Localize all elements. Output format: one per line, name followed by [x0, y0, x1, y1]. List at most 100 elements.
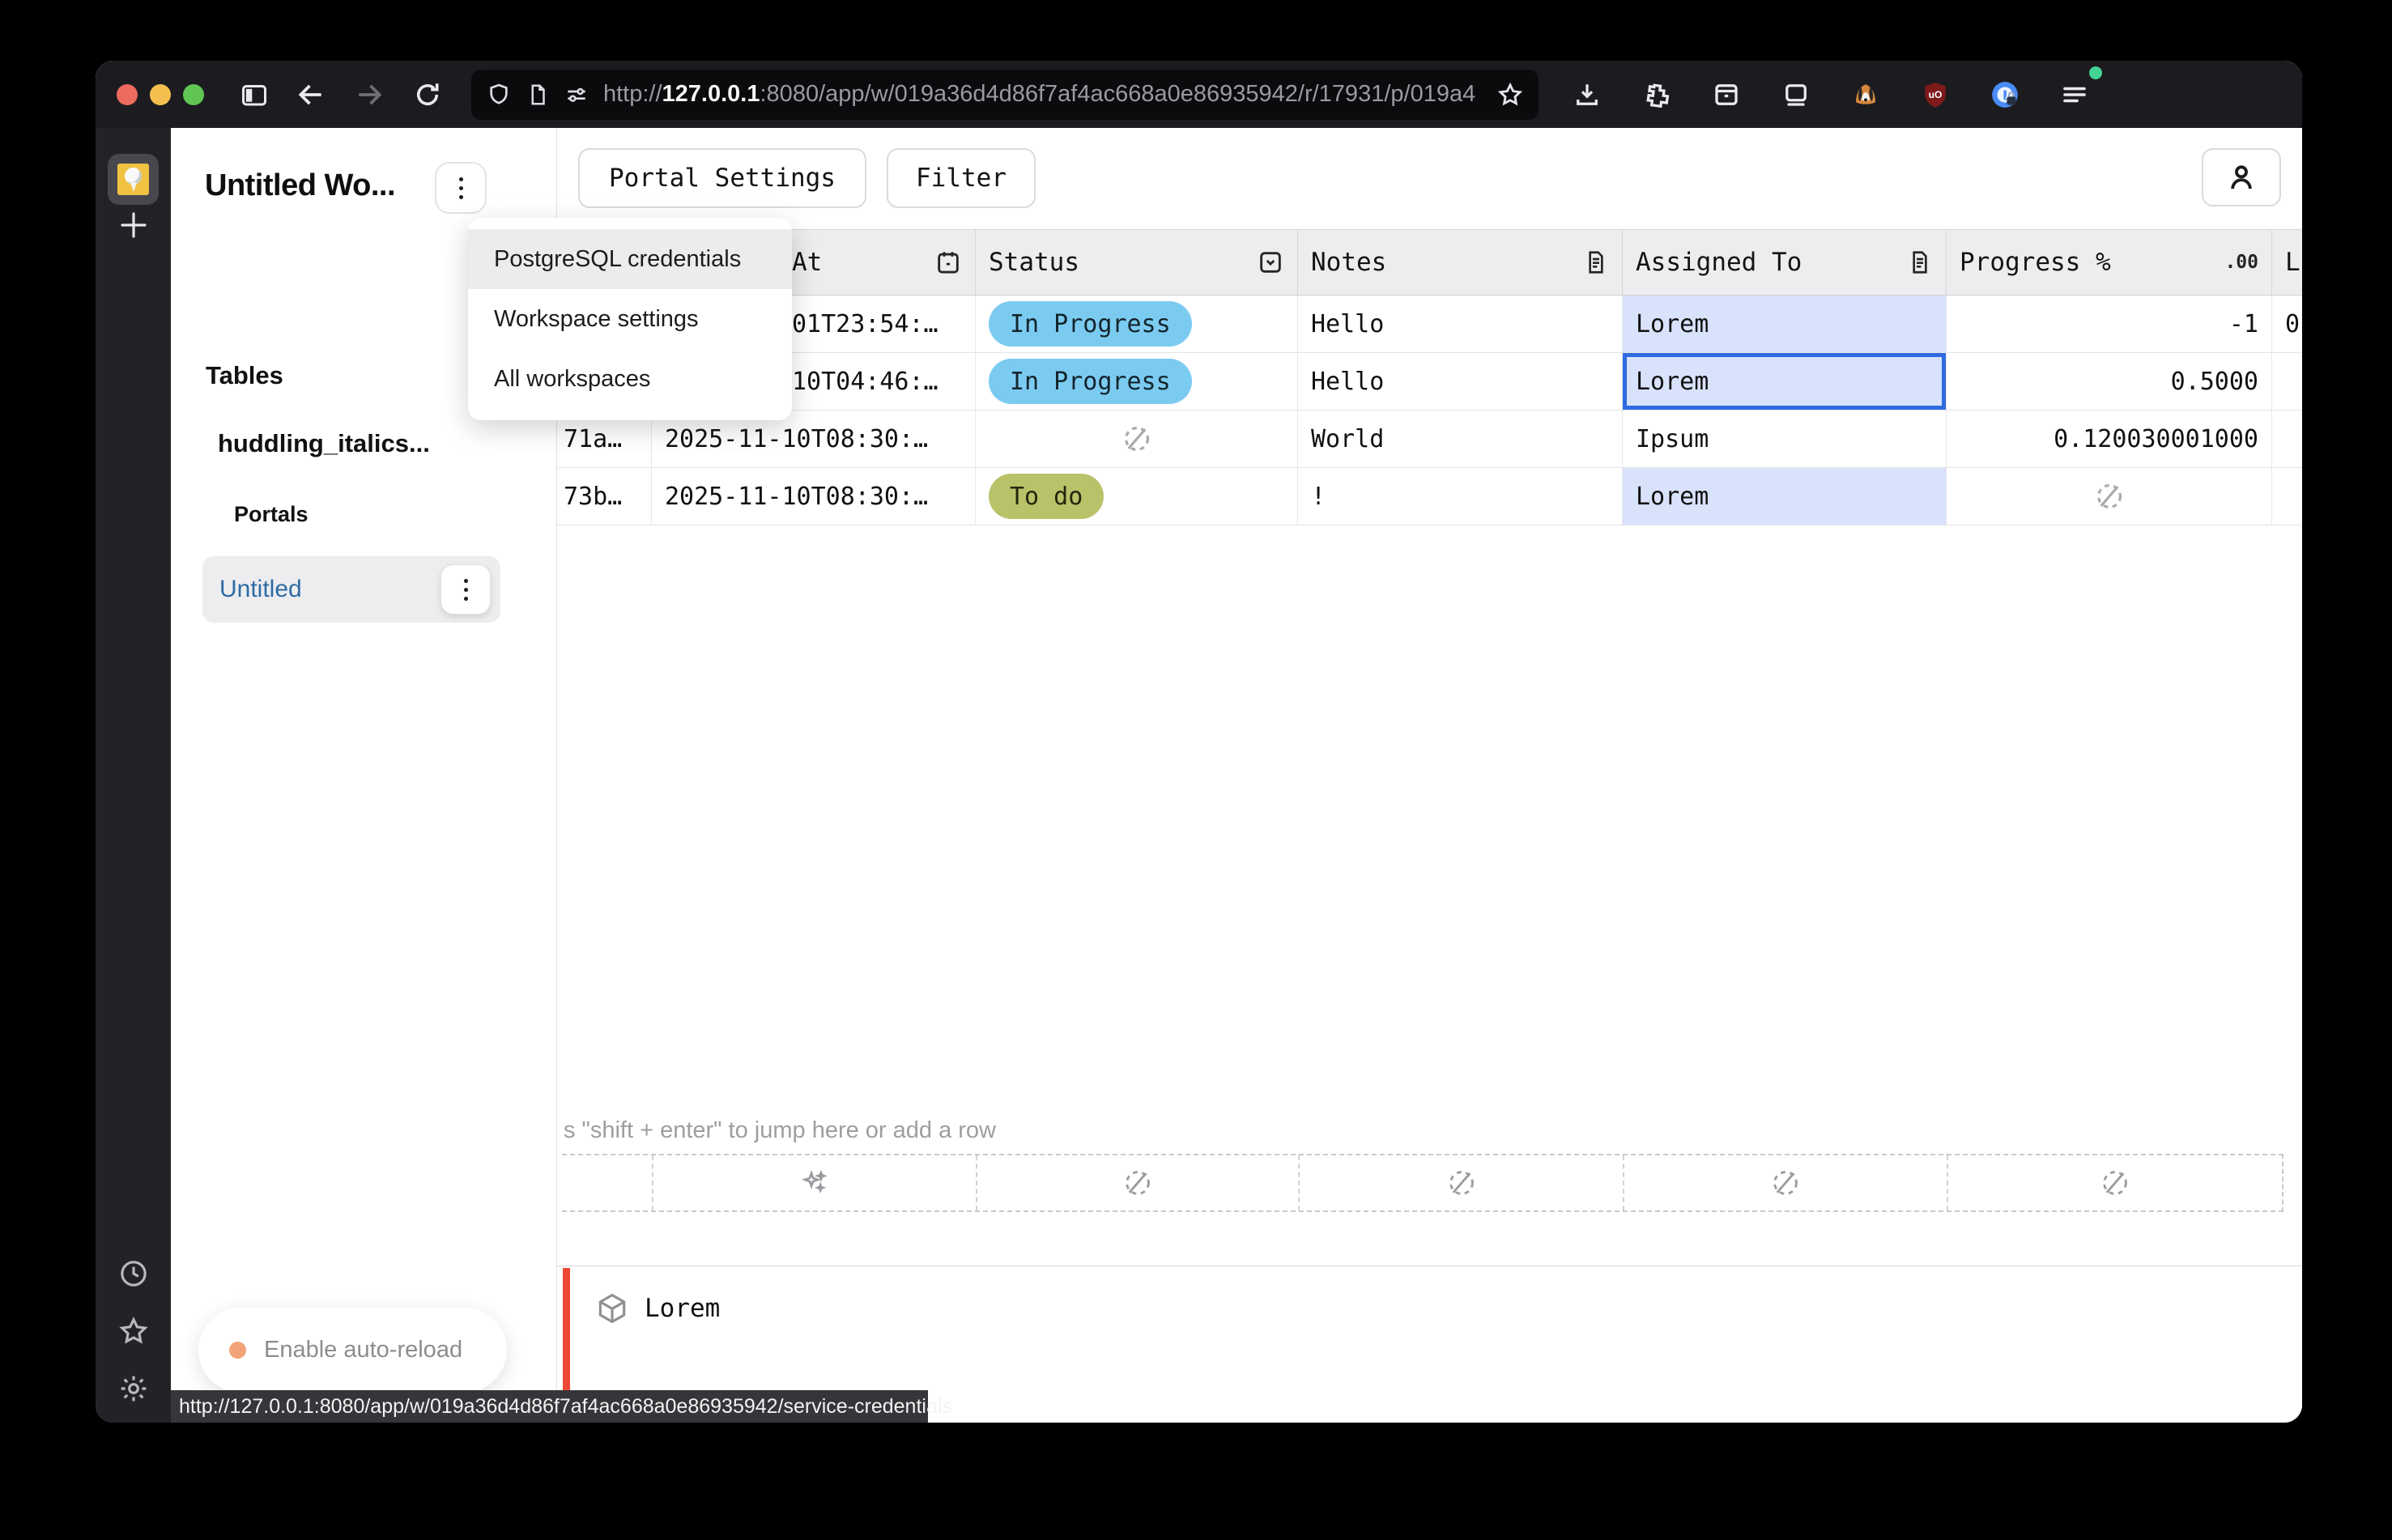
ublock-origin-icon[interactable]: uO	[1913, 72, 1958, 117]
menu-item-postgresql-credentials[interactable]: PostgreSQL credentials	[468, 229, 792, 289]
update-badge	[2089, 66, 2102, 79]
sidebar-item-table[interactable]: huddling_italics...	[218, 429, 430, 458]
cell-assigned-to[interactable]: Lorem	[1623, 468, 1947, 525]
auto-reload-dot-icon	[229, 1342, 246, 1359]
portal-settings-button[interactable]: Portal Settings	[578, 148, 866, 208]
new-cell-id[interactable]	[562, 1155, 652, 1210]
privacy-badger-icon[interactable]	[1843, 72, 1888, 117]
new-cell-progress[interactable]	[1947, 1155, 2282, 1210]
cell-assigned-to[interactable]: Ipsum	[1623, 411, 1947, 467]
header-progress[interactable]: Progress % .00	[1947, 230, 2272, 295]
cell-status[interactable]: In Progress	[976, 353, 1298, 410]
cell-status-empty[interactable]	[976, 411, 1298, 467]
app-sidebar	[96, 128, 171, 1423]
table-row: 10T04:46:… In Progress Hello Lorem 0.500…	[557, 353, 2302, 411]
sidebar-toggle-icon[interactable]	[232, 72, 277, 117]
null-icon	[2094, 481, 2125, 512]
app-menu-icon[interactable]	[2052, 72, 2097, 117]
sidebar-item-portal[interactable]: Untitled	[202, 556, 500, 623]
cell-l[interactable]	[2272, 353, 2302, 410]
close-window-button[interactable]	[117, 84, 138, 105]
app-logo-pin-icon[interactable]	[108, 154, 159, 205]
cell-progress[interactable]: 0.120030001000	[1947, 411, 2272, 467]
favorites-star-icon[interactable]	[117, 1315, 150, 1347]
new-row-placeholder[interactable]	[562, 1154, 2283, 1212]
cell-assigned-to[interactable]: Lorem	[1623, 296, 1947, 352]
status-bar: http://127.0.0.1:8080/app/w/019a36d4d86f…	[171, 1390, 928, 1423]
header-assigned-to[interactable]: Assigned To	[1623, 230, 1947, 295]
workspace-dropdown-menu: PostgreSQL credentials Workspace setting…	[468, 218, 792, 420]
new-cell-created-at[interactable]	[652, 1155, 976, 1210]
new-cell-notes[interactable]	[1298, 1155, 1623, 1210]
status-pill: In Progress	[989, 301, 1192, 347]
archive-icon[interactable]	[1704, 72, 1749, 117]
url-bar[interactable]: http://127.0.0.1:8080/app/w/019a36d4d86f…	[471, 70, 1539, 120]
permissions-icon[interactable]	[564, 82, 589, 108]
menu-item-all-workspaces[interactable]: All workspaces	[468, 349, 792, 409]
portal-item-label: Untitled	[219, 576, 441, 603]
null-icon	[1122, 423, 1152, 454]
onepassword-icon[interactable]	[1982, 72, 2028, 117]
workspace-menu-button[interactable]	[435, 162, 487, 214]
filter-button[interactable]: Filter	[887, 148, 1036, 208]
url-host: 127.0.0.1	[662, 81, 760, 107]
extensions-icon[interactable]	[1634, 72, 1679, 117]
cell-notes[interactable]: Hello	[1298, 353, 1623, 410]
cell-id[interactable]: 73b…	[557, 468, 652, 525]
file-text-icon	[1583, 249, 1609, 275]
cell-created-at[interactable]: 2025-11-10T08:30:…	[652, 468, 976, 525]
user-button[interactable]	[2202, 148, 2281, 206]
header-status[interactable]: Status	[976, 230, 1298, 295]
cell-progress[interactable]: -1	[1947, 296, 2272, 352]
status-pill: To do	[989, 474, 1104, 519]
back-button[interactable]	[288, 72, 334, 117]
cell-l[interactable]	[2272, 411, 2302, 467]
bookmark-star-icon[interactable]	[1496, 81, 1524, 108]
add-workspace-button[interactable]	[114, 206, 153, 245]
sparkle-icon	[799, 1168, 830, 1198]
cell-status[interactable]: In Progress	[976, 296, 1298, 352]
file-text-icon	[1907, 249, 1933, 275]
header-notes[interactable]: Notes	[1298, 230, 1623, 295]
chrome-extensions-area: uO	[1564, 72, 2097, 117]
auto-reload-label: Enable auto-reload	[264, 1337, 462, 1363]
settings-gear-icon[interactable]	[117, 1372, 150, 1405]
cell-l[interactable]: 0	[2272, 296, 2302, 352]
downloads-icon[interactable]	[1564, 72, 1610, 117]
url-scheme: http://	[603, 81, 662, 107]
grid-header: At Status Notes	[557, 229, 2302, 296]
cell-status[interactable]: To do	[976, 468, 1298, 525]
new-cell-status[interactable]	[976, 1155, 1298, 1210]
browser-chrome: http://127.0.0.1:8080/app/w/019a36d4d86f…	[96, 61, 2302, 128]
cell-notes[interactable]: World	[1298, 411, 1623, 467]
portal-menu-button[interactable]	[441, 564, 491, 615]
zoom-window-button[interactable]	[183, 84, 204, 105]
header-l[interactable]: L	[2272, 230, 2302, 295]
null-icon	[2100, 1168, 2130, 1198]
url-text[interactable]: http://127.0.0.1:8080/app/w/019a36d4d86f…	[603, 81, 1483, 108]
new-cell-assigned-to[interactable]	[1623, 1155, 1947, 1210]
enable-auto-reload-button[interactable]: Enable auto-reload	[198, 1308, 507, 1393]
cell-notes[interactable]: Hello	[1298, 296, 1623, 352]
history-clock-icon[interactable]	[117, 1257, 150, 1290]
shield-icon[interactable]	[486, 82, 512, 108]
device-icon[interactable]	[1773, 72, 1819, 117]
new-row-hint: s "shift + enter" to jump here or add a …	[564, 1117, 996, 1144]
null-icon	[1770, 1168, 1801, 1198]
menu-item-workspace-settings[interactable]: Workspace settings	[468, 289, 792, 349]
table-row: 73b… 2025-11-10T08:30:… To do ! Lorem	[557, 468, 2302, 525]
cell-assigned-to-selected[interactable]: Lorem	[1623, 353, 1947, 410]
cell-progress-empty[interactable]	[1947, 468, 2272, 525]
null-icon	[1446, 1168, 1477, 1198]
cell-progress[interactable]: 0.5000	[1947, 353, 2272, 410]
browser-window: http://127.0.0.1:8080/app/w/019a36d4d86f…	[96, 61, 2302, 1423]
forward-button[interactable]	[347, 72, 392, 117]
svg-text:uO: uO	[1929, 88, 1943, 100]
footer-label: Lorem	[645, 1294, 720, 1323]
refresh-button[interactable]	[405, 72, 450, 117]
table-row: 71a… 2025-11-10T08:30:… World Ipsum 0.12…	[557, 411, 2302, 468]
cell-notes[interactable]: !	[1298, 468, 1623, 525]
cell-l[interactable]	[2272, 468, 2302, 525]
page-icon[interactable]	[526, 83, 550, 107]
minimize-window-button[interactable]	[150, 84, 171, 105]
